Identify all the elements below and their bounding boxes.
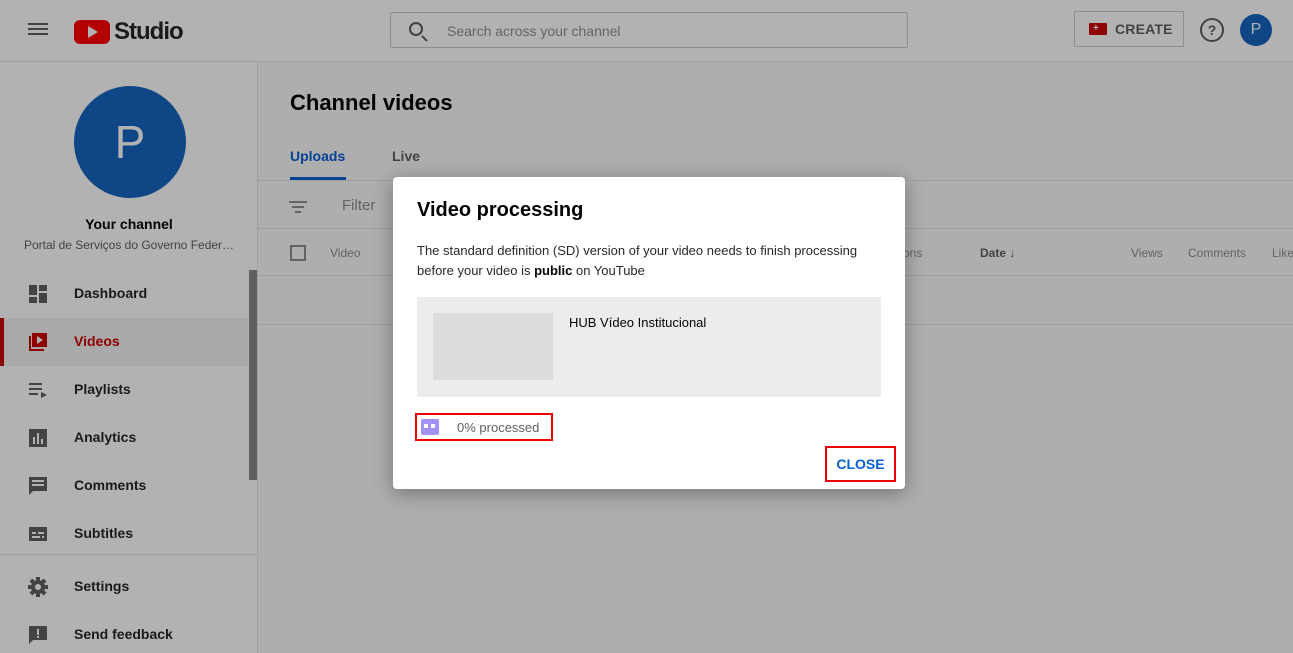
dialog-message-suffix: on YouTube <box>572 263 645 278</box>
dialog-title: Video processing <box>417 199 584 221</box>
processing-text: 0% processed <box>457 420 540 435</box>
video-thumbnail <box>433 313 553 380</box>
dialog-message-bold: public <box>534 263 573 278</box>
dialog-message: The standard definition (SD) version of … <box>417 241 881 281</box>
video-title: HUB Vídeo Institucional <box>569 315 707 330</box>
close-button[interactable]: CLOSE <box>825 446 896 482</box>
processing-status: 0% processed <box>415 413 553 441</box>
processing-icon <box>421 419 439 435</box>
video-card: HUB Vídeo Institucional <box>417 297 881 397</box>
video-processing-dialog: Video processing The standard definition… <box>393 177 905 489</box>
